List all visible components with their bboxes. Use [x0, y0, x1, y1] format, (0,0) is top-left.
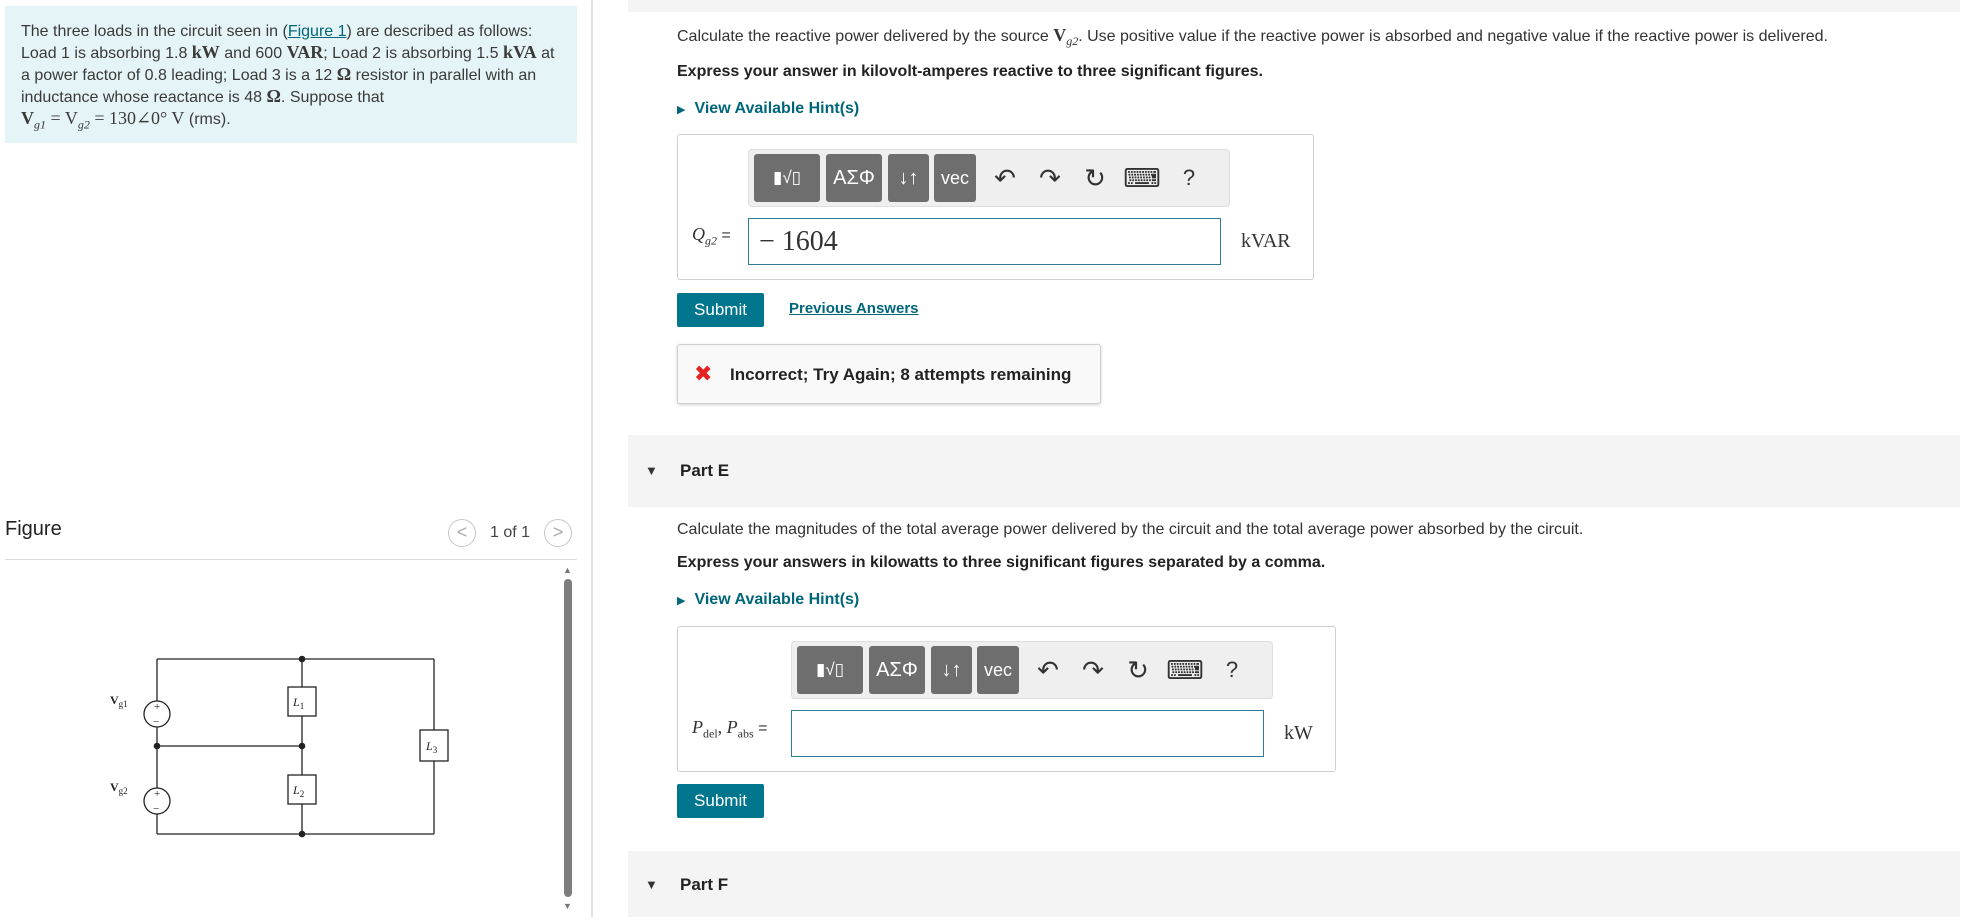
math-toolbar: ▮√▯ ΑΣΦ ↓↑ vec ↶ ↷ ↻ ⌨ ?: [791, 641, 1273, 699]
minus-sign: −: [153, 716, 159, 728]
part-e-title: Part E: [680, 461, 730, 480]
left-panel: The three loads in the circuit seen in (…: [0, 0, 593, 917]
templates-icon: ▮√▯: [772, 168, 802, 187]
vec-button[interactable]: vec: [977, 646, 1019, 694]
part-e-hint-link[interactable]: ▶ View Available Hint(s): [677, 591, 859, 609]
figure-header: Figure < 1 of 1 >: [5, 512, 577, 560]
label-vg2: Vg2: [110, 780, 128, 796]
caret-down-icon[interactable]: ▼: [645, 877, 658, 892]
templates-icon: ▮√▯: [815, 660, 845, 679]
unit-kw: kW: [191, 42, 220, 62]
caret-right-icon: ▶: [677, 595, 686, 607]
feedback-text: Incorrect; Try Again; 8 attempts remaini…: [730, 365, 1072, 384]
help-icon[interactable]: ?: [1217, 650, 1247, 690]
figure-prev-button[interactable]: <: [448, 519, 476, 547]
unit-ohm: Ω: [266, 86, 281, 106]
vec-button[interactable]: vec: [934, 154, 976, 202]
vec-label: vec: [983, 660, 1012, 680]
right-panel: Calculate the reactive power delivered b…: [595, 0, 1968, 917]
label-vg1: Vg1: [110, 693, 128, 709]
circuit-figure: + − + − Vg1 Vg2 L1 L2 L3: [5, 562, 573, 917]
caret-down-icon[interactable]: ▼: [645, 463, 658, 478]
node-dot: [298, 742, 306, 750]
part-d-hint-link[interactable]: ▶ View Available Hint(s): [677, 100, 859, 118]
part-d-unit: kVAR: [1241, 230, 1291, 252]
problem-statement: The three loads in the circuit seen in (…: [5, 6, 577, 143]
reset-icon[interactable]: ↻: [1077, 158, 1113, 198]
incorrect-icon: ✖: [694, 361, 713, 386]
node-dot: [298, 655, 306, 663]
greek-icon: ΑΣΦ: [833, 167, 875, 189]
plus-sign: +: [154, 701, 160, 713]
part-d-answer-label: Qg2 =: [692, 224, 731, 248]
part-f-title: Part F: [680, 875, 729, 894]
part-e-instruction: Express your answers in kilowatts to thr…: [677, 554, 1326, 571]
part-d-answer-box: ▮√▯ ΑΣΦ ↓↑ vec ↶ ↷ ↻ ⌨ ? Qg2 = − 1604 kV…: [677, 134, 1314, 280]
figure-scrollbar[interactable]: ▲ ▼: [562, 565, 574, 915]
keyboard-icon[interactable]: ⌨: [1122, 158, 1162, 198]
part-e-submit-button[interactable]: Submit: [677, 784, 764, 818]
node-dot: [153, 742, 161, 750]
problem-text: The three loads in the circuit seen in (: [21, 23, 288, 40]
figure-title: Figure: [5, 518, 62, 540]
scroll-thumb[interactable]: [564, 579, 572, 897]
part-d-band: [628, 0, 1960, 12]
part-d-instruction: Express your answer in kilovolt-amperes …: [677, 63, 1263, 80]
part-e-answer-box: ▮√▯ ΑΣΦ ↓↑ vec ↶ ↷ ↻ ⌨ ? Pdel, Pabs = kW: [677, 626, 1336, 772]
redo-icon[interactable]: ↷: [1032, 158, 1068, 198]
keyboard-icon[interactable]: ⌨: [1165, 650, 1205, 690]
part-e-header[interactable]: ▼ Part E: [628, 435, 1960, 507]
problem-text: ; Load 2 is absorbing 1.5: [323, 45, 499, 62]
arrows-button[interactable]: ↓↑: [931, 646, 972, 694]
unit-var: VAR: [286, 42, 324, 62]
feedback-message: ✖ Incorrect; Try Again; 8 attempts remai…: [677, 344, 1101, 404]
redo-icon[interactable]: ↷: [1075, 650, 1111, 690]
undo-icon[interactable]: ↶: [1030, 650, 1066, 690]
arrows-icon: ↓↑: [941, 659, 962, 681]
unit-ohm: Ω: [336, 64, 352, 84]
part-f-header[interactable]: ▼ Part F: [628, 851, 1960, 917]
templates-button[interactable]: ▮√▯: [797, 646, 863, 694]
part-d-submit-button[interactable]: Submit: [677, 293, 764, 327]
voltage-equation: Vg1 = Vg2 = 130∠0° V: [21, 108, 185, 132]
part-e-unit: kW: [1284, 722, 1313, 744]
hint-label: View Available Hint(s): [694, 591, 860, 608]
part-e-question: Calculate the magnitudes of the total av…: [677, 521, 1584, 538]
greek-button[interactable]: ΑΣΦ: [826, 154, 882, 202]
previous-answers-link[interactable]: Previous Answers: [789, 300, 919, 317]
templates-button[interactable]: ▮√▯: [754, 154, 820, 202]
figure-link[interactable]: Figure 1: [288, 23, 347, 40]
part-e-answer-label: Pdel, Pabs =: [692, 717, 768, 741]
problem-text: and 600: [224, 45, 283, 62]
vec-label: vec: [940, 168, 969, 188]
greek-button[interactable]: ΑΣΦ: [869, 646, 925, 694]
caret-right-icon: ▶: [677, 104, 686, 116]
scroll-down-icon[interactable]: ▼: [563, 901, 572, 911]
problem-text: (rms).: [188, 111, 231, 128]
undo-icon[interactable]: ↶: [987, 158, 1023, 198]
math-toolbar: ▮√▯ ΑΣΦ ↓↑ vec ↶ ↷ ↻ ⌨ ?: [748, 149, 1230, 207]
help-icon[interactable]: ?: [1174, 158, 1204, 198]
circuit-diagram: + − + − Vg1 Vg2 L1 L2 L3: [110, 655, 449, 838]
figure-pager: 1 of 1: [490, 524, 531, 541]
hint-label: View Available Hint(s): [694, 100, 860, 117]
greek-icon: ΑΣΦ: [876, 659, 918, 681]
part-d-answer-input[interactable]: − 1604: [748, 218, 1221, 265]
problem-text: . Suppose that: [280, 89, 385, 106]
scroll-up-icon[interactable]: ▲: [563, 565, 572, 575]
reset-icon[interactable]: ↻: [1120, 650, 1156, 690]
minus-sign: −: [153, 803, 159, 815]
plus-sign: +: [154, 788, 160, 800]
arrows-button[interactable]: ↓↑: [888, 154, 929, 202]
unit-kva: kVA: [502, 42, 537, 62]
part-e-answer-input[interactable]: [791, 710, 1264, 757]
chevron-left-icon: <: [456, 522, 468, 542]
chevron-right-icon: >: [552, 522, 564, 542]
arrows-icon: ↓↑: [898, 167, 919, 189]
figure-next-button[interactable]: >: [544, 519, 572, 547]
part-d-question: Calculate the reactive power delivered b…: [677, 25, 1828, 49]
node-dot: [298, 830, 306, 838]
